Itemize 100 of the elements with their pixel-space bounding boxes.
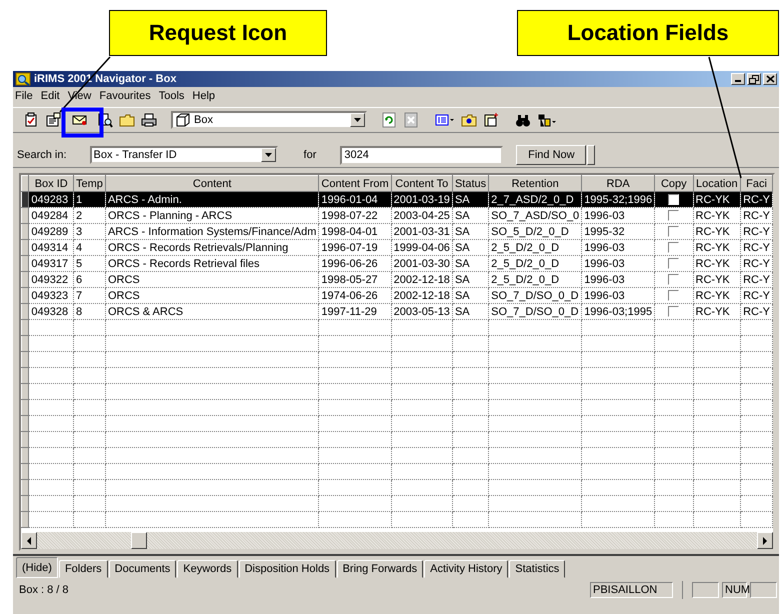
selected-row[interactable]: 049283 1 ARCS - Admin. 1996-01-04 2001-03-19 SA 2_7_ASD/2_0_D 1995-32;1996 RC-YK RC-Y — [22, 192, 772, 208]
find-now-button[interactable]: Find Now — [516, 145, 586, 165]
copy-checkbox[interactable] — [668, 194, 680, 205]
scroll-thumb[interactable] — [131, 532, 147, 549]
scroll-right-button[interactable] — [757, 532, 773, 549]
status-panel — [750, 582, 777, 598]
copy-checkbox[interactable] — [668, 242, 680, 253]
menu-item[interactable]: Edit — [40, 90, 65, 102]
copy-checkbox[interactable] — [668, 274, 680, 285]
column-header[interactable]: Temp — [74, 176, 106, 192]
highlight-frame — [62, 108, 104, 138]
menu-item[interactable]: Help — [192, 90, 220, 102]
table-row[interactable]: 049328 8 ORCS & ARCS 1997-11-29 2003-05-13 SA SO_7_D/SO_0_D 1996-03;1995 RC-YK RC-Y — [22, 304, 772, 320]
table-cell: 1974-06-26 — [318, 288, 392, 304]
tab[interactable]: Statistics — [509, 560, 566, 578]
table-cell: 1996-01-04 — [318, 192, 392, 208]
table-row[interactable]: 049323 7 ORCS 1974-06-26 2002-12-18 SA SO_7_D/SO_0_D 1996-03 RC-YK RC-Y — [22, 288, 772, 304]
menu-item[interactable]: File — [15, 90, 38, 102]
tab[interactable]: Bring Forwards — [336, 560, 424, 578]
copy-checkbox[interactable] — [668, 226, 680, 237]
table-cell: 7 — [74, 288, 106, 304]
table-cell: RC-YK — [693, 304, 741, 320]
table-row[interactable]: 049322 6 ORCS 1998-05-27 2002-12-18 SA 2_5_D/2_0_D 1996-03 RC-YK RC-Y — [22, 272, 772, 288]
tab[interactable]: Disposition Holds — [238, 560, 336, 578]
table-cell: ORCS & ARCS — [105, 304, 319, 320]
table-row[interactable]: 049317 5 ORCS - Records Retrieval files 1996-06-26 2001-03-30 SA 2_5_D/2_0_D 1996-03 RC-YK RC-Y — [22, 256, 772, 272]
copy-checkbox[interactable] — [668, 210, 680, 221]
refresh-icon[interactable] — [381, 112, 397, 128]
close-button[interactable] — [763, 73, 777, 85]
search-in-dropdown[interactable]: Box - Transfer ID — [90, 146, 278, 164]
table-row[interactable]: 049314 4 ORCS - Records Retrievals/Planning 1996-07-19 1999-04-06 SA 2_5_D/2_0_D 1996-03 RC-YK RC-Y — [22, 240, 772, 256]
column-header[interactable]: Retention — [488, 176, 582, 192]
column-header[interactable]: Location — [693, 176, 741, 192]
table-cell: RC-YK — [693, 208, 741, 224]
view-list-icon[interactable] — [435, 112, 455, 128]
table-cell: SA — [452, 304, 489, 320]
new-document-icon[interactable] — [483, 112, 499, 128]
table-cell: RC-YK — [693, 288, 741, 304]
minimize-button[interactable] — [731, 73, 745, 85]
close-icon — [766, 75, 774, 83]
column-header[interactable]: Copy — [654, 176, 694, 192]
table-cell: 049284 — [28, 208, 74, 224]
table-row[interactable]: 049284 2 ORCS - Planning - ARCS 1998-07-22 2003-04-25 SA SO_7_ASD/SO_0 1996-03 RC-YK RC-Y — [22, 208, 772, 224]
table-row[interactable]: 049289 3 ARCS - Information Systems/Finance/Adm 1998-04-01 2001-03-31 SA SO_5_D/2_0_D 1995-32 RC-YK RC-Y — [22, 224, 772, 240]
cube-icon — [176, 113, 190, 127]
table-cell: 049289 — [28, 224, 74, 240]
column-header[interactable]: Content — [105, 176, 319, 192]
search-document-icon[interactable] — [97, 112, 113, 128]
table-cell: 2_7_ASD/2_0_D — [488, 192, 582, 208]
binoculars-icon[interactable] — [515, 112, 531, 128]
search-field[interactable]: 3024 — [340, 146, 504, 164]
find-options-button[interactable] — [587, 145, 596, 165]
tab[interactable]: (Hide) — [16, 557, 58, 578]
view-dropdown[interactable]: Box — [171, 111, 367, 129]
column-header[interactable]: Box ID — [28, 176, 74, 192]
properties-icon[interactable] — [45, 112, 61, 128]
table-cell: 2001-03-31 — [391, 224, 452, 240]
caret-icon[interactable] — [353, 117, 362, 123]
tools-icon[interactable] — [537, 112, 557, 128]
tab[interactable]: Activity History — [424, 560, 508, 578]
for-label: for — [304, 149, 316, 161]
restore-button[interactable] — [747, 73, 761, 85]
printer-icon[interactable] — [141, 112, 157, 128]
table-cell: SA — [452, 256, 489, 272]
copy-checkbox[interactable] — [668, 258, 680, 269]
copy-checkbox[interactable] — [668, 290, 680, 301]
menu-item[interactable]: Tools — [158, 90, 190, 102]
column-header[interactable]: Content To — [391, 176, 452, 192]
table-cell: 1997-11-29 — [318, 304, 392, 320]
cancel-icon[interactable] — [403, 112, 419, 128]
column-header[interactable]: Content From — [318, 176, 392, 192]
callout-label: Request Icon — [109, 10, 327, 56]
tab[interactable]: Documents — [108, 560, 176, 578]
table-cell: 049314 — [28, 240, 74, 256]
checklist-icon[interactable] — [23, 112, 39, 128]
copy-checkbox[interactable] — [668, 306, 680, 317]
table-cell: RC-YK — [693, 272, 741, 288]
table-cell: 1996-03;1995 — [582, 304, 655, 320]
table-cell: RC-Y — [740, 224, 772, 240]
table-cell: RC-Y — [740, 256, 772, 272]
table-cell: ORCS - Records Retrieval files — [105, 256, 319, 272]
table-cell: 2_5_D/2_0_D — [488, 240, 582, 256]
caret-icon[interactable] — [264, 152, 273, 158]
table-cell: RC-YK — [693, 224, 741, 240]
callout-label: Location Fields — [517, 10, 779, 56]
table-cell: RC-Y — [740, 240, 772, 256]
menu-item[interactable]: Favourites — [99, 90, 156, 102]
folder-star-icon[interactable] — [461, 112, 477, 128]
table-cell: 2003-04-25 — [391, 208, 452, 224]
scroll-left-button[interactable] — [21, 532, 37, 549]
tab[interactable]: Folders — [58, 560, 108, 578]
table-cell: SO_7_D/SO_0_D — [488, 304, 582, 320]
folder-icon[interactable] — [119, 112, 135, 128]
table-cell: SA — [452, 240, 489, 256]
column-header[interactable]: Status — [452, 176, 489, 192]
column-header[interactable]: RDA — [582, 176, 655, 192]
table-cell: 2003-05-13 — [391, 304, 452, 320]
tab[interactable]: Keywords — [177, 560, 238, 578]
column-header[interactable]: Faci — [740, 176, 772, 192]
table-cell: 1996-03 — [582, 208, 655, 224]
